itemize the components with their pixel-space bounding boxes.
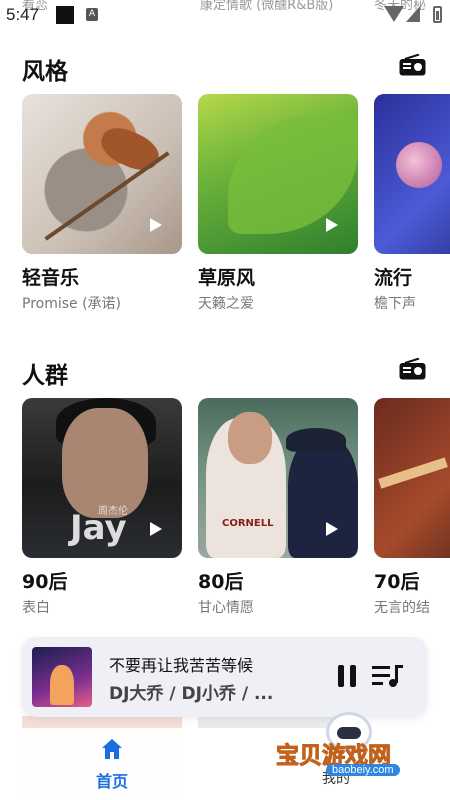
card-cover [22,94,182,254]
card-cover [198,94,358,254]
card-title: 80后 [198,571,244,593]
card-title: 90后 [22,571,68,593]
playlist-icon[interactable] [372,663,404,689]
cover-text: CORNELL [222,518,274,529]
card-subtitle: 表白 [22,600,50,616]
play-icon[interactable] [326,522,338,536]
status-bar: 看恋 康定情歌 (微醺R&B版) 冬天的秘 5:47 A [0,0,450,30]
card-cover [374,94,450,254]
card-title: 轻音乐 [22,267,80,289]
card-row-style: 轻音乐 Promise (承诺) 草原风 天籁之爱 流行 檐下声 [22,94,450,324]
card-cover: CORNELL [198,398,358,558]
home-icon [102,739,122,759]
section-title-style: 风格 [22,59,68,85]
card-subtitle: 甘心情愿 [198,600,254,616]
card-subtitle: 檐下声 [374,296,416,312]
card-grassland[interactable]: 草原风 天籁之爱 [198,94,358,312]
watermark: 宝贝游戏网 baobeiy.com [276,712,450,800]
nav-home[interactable]: 首页 [90,738,134,794]
battery-icon [433,6,442,23]
section-crowd: 人群 周杰伦 Jay 90后 表白 CORNELL 80后 甘心情愿 70后 无… [0,356,450,636]
player-artist: DJ大乔 / DJ小乔 / ... [109,684,274,704]
card-subtitle: 天籁之爱 [198,296,254,312]
watermark-url: baobeiy.com [326,764,400,776]
card-row-crowd: 周杰伦 Jay 90后 表白 CORNELL 80后 甘心情愿 70后 无言的结 [22,398,450,628]
play-icon[interactable] [150,522,162,536]
play-icon[interactable] [326,218,338,232]
cover-text: Jay [70,508,127,548]
nav-home-label: 首页 [95,772,128,791]
radio-icon[interactable] [399,54,426,76]
card-subtitle: Promise (承诺) [22,296,122,312]
card-90s[interactable]: 周杰伦 Jay 90后 表白 [22,398,182,616]
section-style: 风格 轻音乐 Promise (承诺) 草原风 天籁之爱 流行 檐下声 [0,52,450,332]
card-light-music[interactable]: 轻音乐 Promise (承诺) [22,94,182,312]
player-artwork [32,647,92,707]
signal-icon [406,6,420,22]
wifi-icon [384,6,404,22]
ghost-text-mid: 康定情歌 (微醺R&B版) [200,0,334,13]
card-80s[interactable]: CORNELL 80后 甘心情愿 [198,398,358,616]
card-subtitle: 无言的结 [374,600,430,616]
card-70s[interactable]: 70后 无言的结 [374,398,450,616]
card-title: 草原风 [198,267,256,289]
card-pop[interactable]: 流行 檐下声 [374,94,450,312]
card-title: 流行 [374,267,413,289]
app-notification-icon: A [86,8,98,21]
status-time: 5:47 [6,5,40,24]
play-icon[interactable] [150,218,162,232]
notification-icon [56,6,74,24]
pause-icon[interactable] [338,665,358,687]
card-cover: 周杰伦 Jay [22,398,182,558]
card-cover [374,398,450,558]
player-song-title: 不要再让我苦苦等候 [109,656,254,675]
mini-player[interactable]: 不要再让我苦苦等候 DJ大乔 / DJ小乔 / ... [22,637,427,717]
card-title: 70后 [374,571,420,593]
radio-icon[interactable] [399,358,426,380]
section-title-crowd: 人群 [22,363,68,389]
